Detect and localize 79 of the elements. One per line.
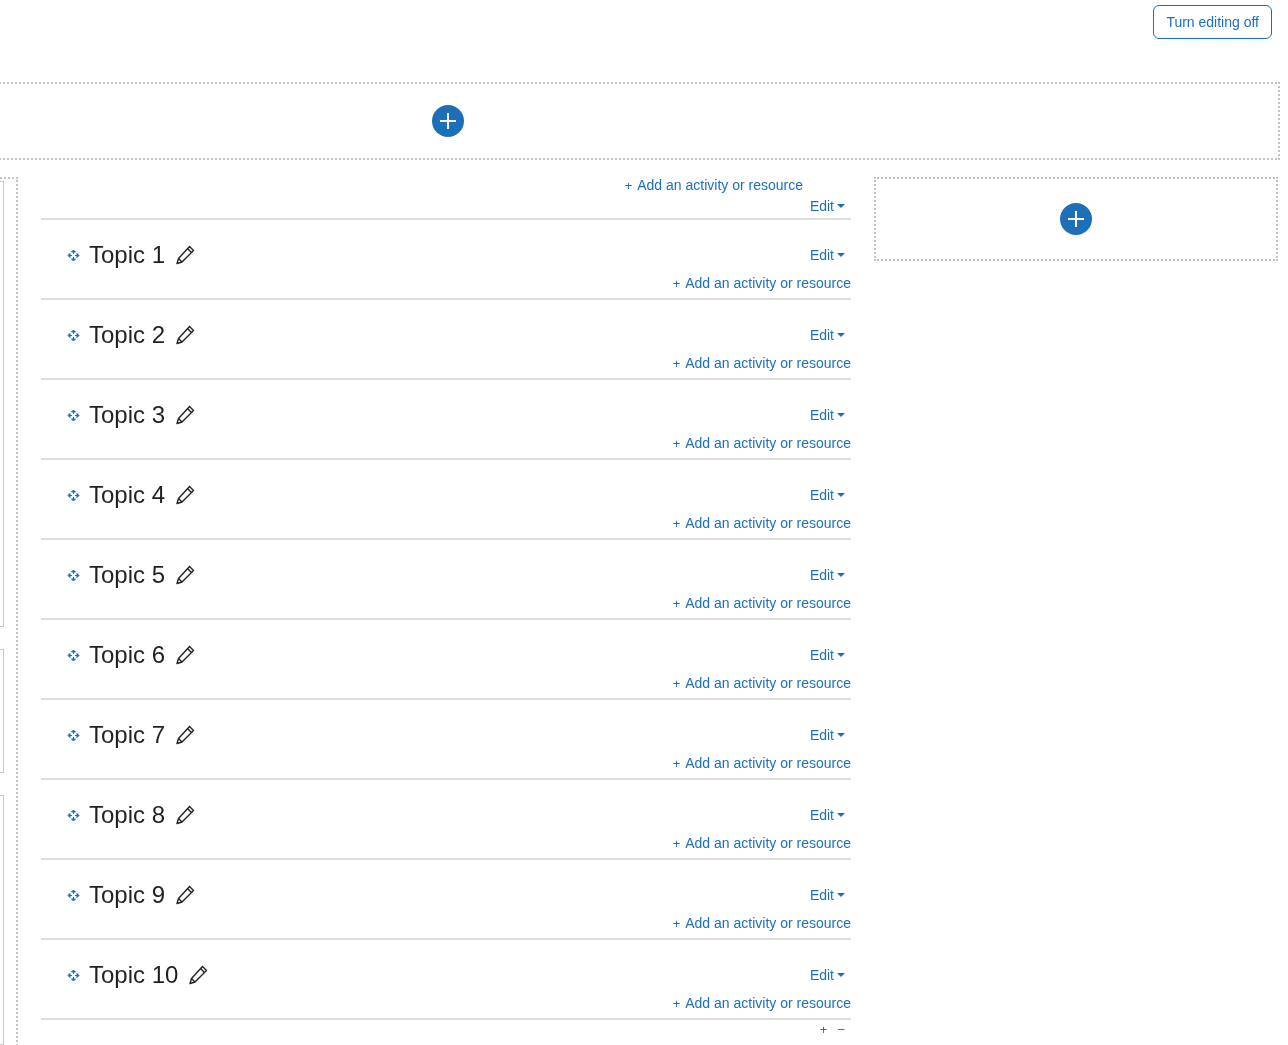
add-activity-link[interactable]: Add an activity or resource: [685, 755, 851, 771]
caret-icon: [837, 252, 845, 258]
plus-sign: +: [672, 675, 681, 691]
topic-title: Topic 3: [89, 401, 166, 429]
add-activity-link[interactable]: Add an activity or resource: [685, 515, 851, 531]
add-activity-link[interactable]: Add an activity or resource: [685, 275, 851, 291]
add-activity-link[interactable]: Add an activity or resource: [685, 435, 851, 451]
edit-menu[interactable]: Edit: [809, 887, 845, 903]
caret-icon: [837, 492, 845, 498]
pencil-icon[interactable]: [174, 884, 197, 906]
add-block-icon[interactable]: [432, 105, 464, 137]
move-icon[interactable]: [67, 248, 80, 262]
pencil-icon[interactable]: [174, 564, 197, 586]
add-activity-link[interactable]: Add an activity or resource: [685, 995, 851, 1011]
pencil-icon[interactable]: [174, 644, 197, 666]
edit-menu[interactable]: Edit: [809, 198, 845, 214]
move-icon[interactable]: [67, 568, 80, 582]
topic-title: Topic 8: [89, 801, 166, 829]
add-activity-link[interactable]: Add an activity or resource: [685, 675, 851, 691]
plus-sign: +: [672, 435, 681, 451]
topic-title: Topic 1: [89, 241, 166, 269]
add-section-link[interactable]: +: [819, 1022, 828, 1037]
pencil-icon[interactable]: [187, 964, 210, 986]
caret-icon: [837, 812, 845, 818]
move-icon[interactable]: [67, 808, 80, 822]
add-activity-link[interactable]: Add an activity or resource: [685, 915, 851, 931]
topic-title: Topic 6: [89, 641, 166, 669]
topic-title: Topic 5: [89, 561, 166, 589]
pencil-icon[interactable]: [174, 724, 197, 746]
move-icon[interactable]: [67, 328, 80, 342]
caret-icon: [837, 732, 845, 738]
edit-menu[interactable]: Edit: [809, 487, 845, 503]
move-icon[interactable]: [67, 888, 80, 902]
turn-editing-off-button[interactable]: Turn editing off: [1153, 5, 1272, 39]
plus-sign: +: [672, 835, 681, 851]
edit-menu[interactable]: Edit: [809, 407, 845, 423]
pencil-icon[interactable]: [174, 324, 197, 346]
plus-sign: +: [672, 275, 681, 291]
move-icon[interactable]: [67, 648, 80, 662]
edit-menu[interactable]: Edit: [809, 327, 845, 343]
move-icon[interactable]: [67, 488, 80, 502]
plus-sign: +: [672, 355, 681, 371]
add-block-icon[interactable]: [1060, 203, 1092, 235]
remove-section-link[interactable]: −: [837, 1022, 845, 1037]
topic-title: Topic 7: [89, 721, 166, 749]
caret-icon: [837, 892, 845, 898]
pencil-icon[interactable]: [174, 244, 197, 266]
topic-title: Topic 2: [89, 321, 166, 349]
add-activity-link[interactable]: Add an activity or resource: [637, 177, 803, 193]
add-activity-link[interactable]: Add an activity or resource: [685, 835, 851, 851]
edit-menu[interactable]: Edit: [809, 647, 845, 663]
move-icon[interactable]: [67, 408, 80, 422]
edit-menu[interactable]: Edit: [809, 727, 845, 743]
edit-menu[interactable]: Edit: [809, 807, 845, 823]
plus-sign: +: [672, 915, 681, 931]
plus-sign: +: [672, 515, 681, 531]
edit-menu[interactable]: Edit: [809, 247, 845, 263]
plus-sign: +: [672, 995, 681, 1011]
pencil-icon[interactable]: [174, 404, 197, 426]
move-icon[interactable]: [67, 968, 80, 982]
caret-icon: [837, 972, 845, 978]
topic-title: Topic 9: [89, 881, 166, 909]
caret-icon: [837, 203, 845, 209]
caret-icon: [837, 332, 845, 338]
add-activity-link[interactable]: Add an activity or resource: [685, 355, 851, 371]
topic-title: Topic 4: [89, 481, 166, 509]
topic-title: Topic 10: [89, 961, 179, 989]
edit-menu[interactable]: Edit: [809, 567, 845, 583]
add-activity-link[interactable]: Add an activity or resource: [685, 595, 851, 611]
plus-sign: +: [624, 177, 633, 193]
pencil-icon[interactable]: [174, 484, 197, 506]
pencil-icon[interactable]: [174, 804, 197, 826]
plus-sign: +: [672, 755, 681, 771]
caret-icon: [837, 412, 845, 418]
move-icon[interactable]: [67, 728, 80, 742]
edit-menu[interactable]: Edit: [809, 967, 845, 983]
caret-icon: [837, 652, 845, 658]
caret-icon: [837, 572, 845, 578]
plus-sign: +: [672, 595, 681, 611]
